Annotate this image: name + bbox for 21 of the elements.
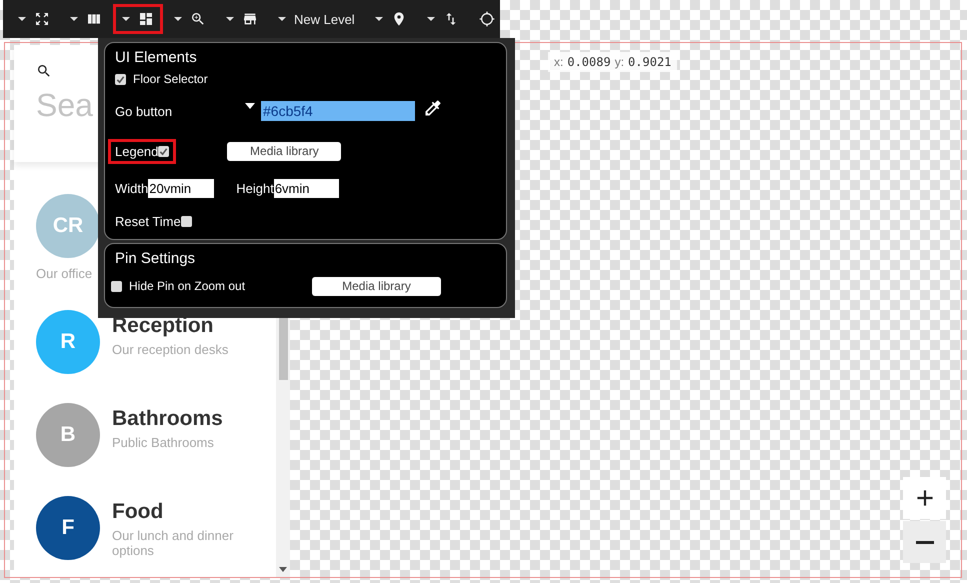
y-label: y: xyxy=(614,55,624,69)
category-description: Public Bathrooms xyxy=(112,435,215,450)
field-label: Go button xyxy=(115,104,174,118)
initials-avatar: R xyxy=(36,310,100,374)
initials-avatar: B xyxy=(36,403,100,467)
x-label: x: xyxy=(554,55,564,69)
initials-avatar: CR xyxy=(36,194,100,258)
checkbox-label: Legend xyxy=(115,144,158,158)
checkbox-label: Reset Time xyxy=(115,214,181,228)
category-description: Our lunch and dinner options xyxy=(112,528,234,558)
category-description: Our office xyxy=(36,266,94,281)
checkbox-label: Hide Pin on Zoom out xyxy=(129,279,246,293)
section-title: UI Elements xyxy=(115,49,198,66)
y-value: 0.9021 xyxy=(628,55,672,69)
field-label: Width xyxy=(115,180,148,196)
field-label: Height xyxy=(236,180,274,196)
section-title: Pin Settings xyxy=(115,250,196,267)
x-value: 0.0089 xyxy=(567,55,611,69)
checkbox-label: Floor Selector xyxy=(133,72,208,86)
category-description: Our reception desks xyxy=(112,342,230,357)
initials-avatar: F xyxy=(36,496,100,560)
